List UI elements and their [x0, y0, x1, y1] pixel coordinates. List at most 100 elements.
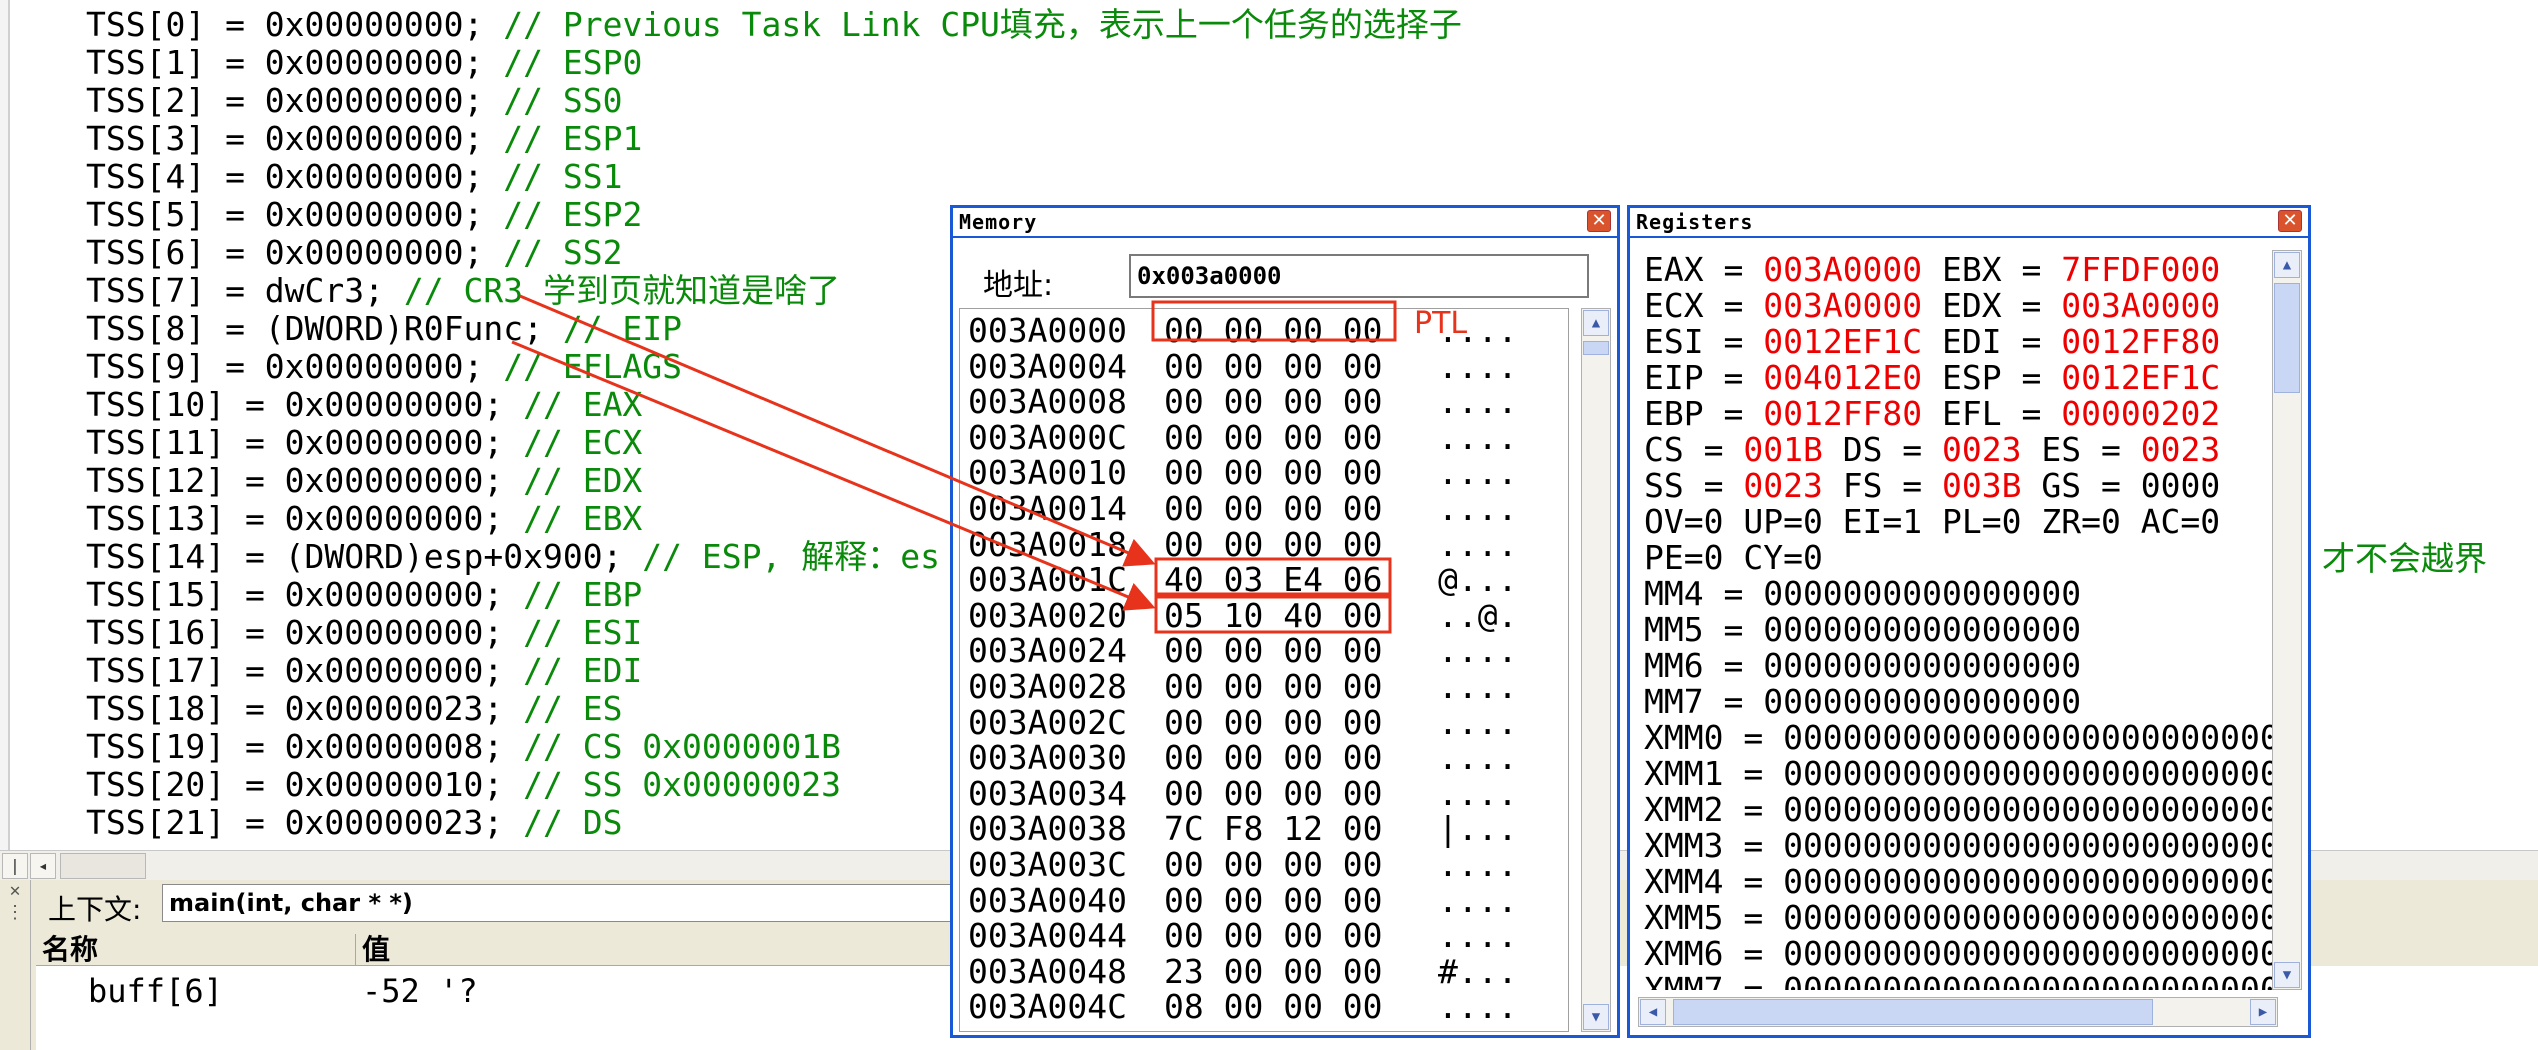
scroll-thumb[interactable] — [2274, 283, 2300, 393]
register-value: 003A0000 — [2061, 286, 2221, 325]
register-row[interactable]: CS = 001B DS = 0023 ES = 0023 — [1644, 432, 2220, 468]
scroll-up-icon[interactable]: ▲ — [2274, 252, 2300, 278]
register-label: EIP = — [1644, 358, 1764, 397]
memory-address: 003A0000 — [968, 311, 1127, 350]
code-text: TSS[9] = 0x00000000; — [86, 347, 504, 386]
code-text: TSS[11] = 0x00000000; — [86, 423, 524, 462]
memory-bytes: 00 00 00 00 — [1164, 311, 1383, 350]
scroll-up-icon[interactable]: ▲ — [1583, 310, 1609, 336]
scroll-down-icon[interactable]: ▼ — [1583, 1004, 1609, 1030]
local-variable-value[interactable]: -52 '? — [362, 974, 478, 1008]
register-row[interactable]: ECX = 003A0000 EDX = 003A0000 — [1644, 288, 2220, 324]
code-comment: // EAX — [523, 385, 643, 424]
pin-icon[interactable]: ⋮ — [0, 902, 30, 924]
memory-bytes: 00 00 00 00 — [1164, 524, 1383, 564]
code-text: TSS[4] = 0x00000000; — [86, 157, 504, 196]
register-row[interactable]: XMM7 = 00000000000000000000000000000000 — [1644, 972, 2278, 991]
register-row[interactable]: PE=0 CY=0 — [1644, 540, 1823, 576]
code-line[interactable]: TSS[4] = 0x00000000; // SS1 — [86, 158, 1462, 196]
memory-ascii: @... — [1438, 560, 1518, 600]
local-variable-name[interactable]: buff[6] — [88, 974, 223, 1008]
register-label: EFL = — [1922, 394, 2062, 433]
memory-ascii: #... — [1438, 951, 1518, 991]
memory-vertical-scrollbar[interactable]: ▲ ▼ — [1581, 308, 1611, 1032]
memory-dump[interactable]: 003A0000 00 00 00 00.... 003A0004 00 00 00 … — [959, 308, 1569, 1032]
register-value: 003A0000 — [1763, 286, 1923, 325]
code-comment: // ESI — [523, 613, 643, 652]
address-input[interactable]: 0x003a0000 — [1129, 254, 1589, 298]
memory-ascii: .... — [1438, 489, 1518, 528]
memory-bytes: 00 00 00 00 — [1164, 453, 1383, 493]
register-row[interactable]: XMM6 = 00000000000000000000000000000000 — [1644, 936, 2278, 972]
pane-side-handle[interactable]: ✕ ⋮ — [0, 880, 31, 1050]
register-row[interactable]: XMM4 = 00000000000000000000000000000000 — [1644, 864, 2278, 900]
code-text: TSS[5] = 0x00000000; — [86, 195, 504, 234]
code-comment: // EDX — [523, 461, 643, 500]
memory-bytes: 23 00 00 00 — [1164, 951, 1383, 991]
code-line[interactable]: TSS[2] = 0x00000000; // SS0 — [86, 82, 1462, 120]
register-row[interactable]: XMM2 = 00000000000000000000000000000000 — [1644, 792, 2278, 828]
editor-gutter — [0, 0, 10, 850]
register-value: 0012EF1C — [2061, 358, 2221, 397]
scroll-thumb[interactable] — [60, 853, 146, 879]
memory-title: Memory — [959, 210, 1038, 234]
register-label: XMM2 = 00000000000000000000000000000000 — [1644, 790, 2278, 829]
code-comment: // ESP0 — [503, 43, 643, 82]
scroll-left-icon[interactable]: | — [2, 853, 28, 879]
scroll-thumb[interactable] — [1673, 999, 2153, 1025]
register-row[interactable]: MM4 = 0000000000000000 — [1644, 576, 2081, 612]
scroll-left-icon[interactable]: ◀ — [1640, 999, 1666, 1025]
register-row[interactable]: EAX = 003A0000 EBX = 7FFDF000 — [1644, 252, 2220, 288]
column-header-name[interactable]: 名称 — [36, 934, 356, 966]
code-line[interactable]: TSS[3] = 0x00000000; // ESP1 — [86, 120, 1462, 158]
register-row[interactable]: XMM0 = 00000000000000000000000000000000 — [1644, 720, 2278, 756]
close-icon[interactable]: ✕ — [0, 880, 30, 902]
context-dropdown[interactable]: main(int, char * *) — [162, 884, 962, 922]
register-row[interactable]: XMM5 = 00000000000000000000000000000000 — [1644, 900, 2278, 936]
memory-ascii: .... — [1438, 631, 1518, 671]
register-row[interactable]: XMM1 = 00000000000000000000000000000000 — [1644, 756, 2278, 792]
register-row[interactable]: EIP = 004012E0 ESP = 0012EF1C — [1644, 360, 2220, 396]
register-row[interactable]: SS = 0023 FS = 003B GS = 0000 — [1644, 468, 2220, 504]
registers-title-bar[interactable]: Registers ✕ — [1630, 208, 2308, 238]
memory-ascii: .... — [1438, 346, 1518, 386]
register-label: EDI = — [1922, 322, 2062, 361]
register-row[interactable]: MM6 = 0000000000000000 — [1644, 648, 2081, 684]
scroll-right-icon[interactable]: ▶ — [2250, 999, 2276, 1025]
register-row[interactable]: MM5 = 0000000000000000 — [1644, 612, 2081, 648]
memory-bytes: 00 00 00 00 — [1164, 880, 1383, 920]
scroll-thumb[interactable] — [1583, 341, 1609, 355]
code-text: TSS[15] = 0x00000000; — [86, 575, 524, 614]
memory-ascii: .... — [1438, 524, 1518, 564]
register-label: EDX = — [1922, 286, 2062, 325]
register-label: MM6 = 0000000000000000 — [1644, 646, 2082, 685]
registers-vertical-scrollbar[interactable]: ▲ ▼ — [2272, 250, 2302, 990]
code-comment: // CS 0x0000001B — [523, 727, 841, 766]
memory-address: 003A0018 — [968, 524, 1127, 564]
code-text: TSS[16] = 0x00000000; — [86, 613, 524, 652]
register-row[interactable]: OV=0 UP=0 EI=1 PL=0 ZR=0 AC=0 — [1644, 504, 2220, 540]
memory-bytes: 00 00 00 00 — [1164, 346, 1383, 386]
memory-bytes: 00 00 00 00 — [1164, 738, 1383, 778]
register-value: 0023 — [1942, 430, 2022, 469]
code-line[interactable]: TSS[0] = 0x00000000; // Previous Task Li… — [86, 6, 1462, 44]
code-comment: // SS0 — [503, 81, 623, 120]
code-line[interactable]: TSS[1] = 0x00000000; // ESP0 — [86, 44, 1462, 82]
registers-horizontal-scrollbar[interactable]: ◀ ▶ — [1638, 997, 2278, 1027]
memory-title-bar[interactable]: Memory ✕ — [953, 208, 1617, 238]
register-label: PE=0 CY=0 — [1644, 538, 1823, 577]
register-row[interactable]: MM7 = 0000000000000000 — [1644, 684, 2081, 720]
register-row[interactable]: ESI = 0012EF1C EDI = 0012FF80 — [1644, 324, 2220, 360]
memory-ascii: .... — [1438, 773, 1518, 813]
register-value: 001B — [1743, 430, 1823, 469]
scroll-down-icon[interactable]: ▼ — [2274, 962, 2300, 988]
registers-close-icon[interactable]: ✕ — [2278, 210, 2302, 232]
memory-address: 003A002C — [968, 702, 1127, 742]
memory-close-icon[interactable]: ✕ — [1587, 210, 1611, 232]
register-row[interactable]: XMM3 = 00000000000000000000000000000000 — [1644, 828, 2278, 864]
register-row[interactable]: EBP = 0012FF80 EFL = 00000202 — [1644, 396, 2220, 432]
memory-address: 003A001C — [968, 560, 1127, 600]
scroll-left-arrow-icon[interactable]: ◂ — [30, 853, 56, 879]
column-header-value[interactable]: 值 — [356, 934, 956, 966]
registers-list[interactable]: EAX = 003A0000 EBX = 7FFDF000 ECX = 003A0… — [1638, 250, 2278, 990]
